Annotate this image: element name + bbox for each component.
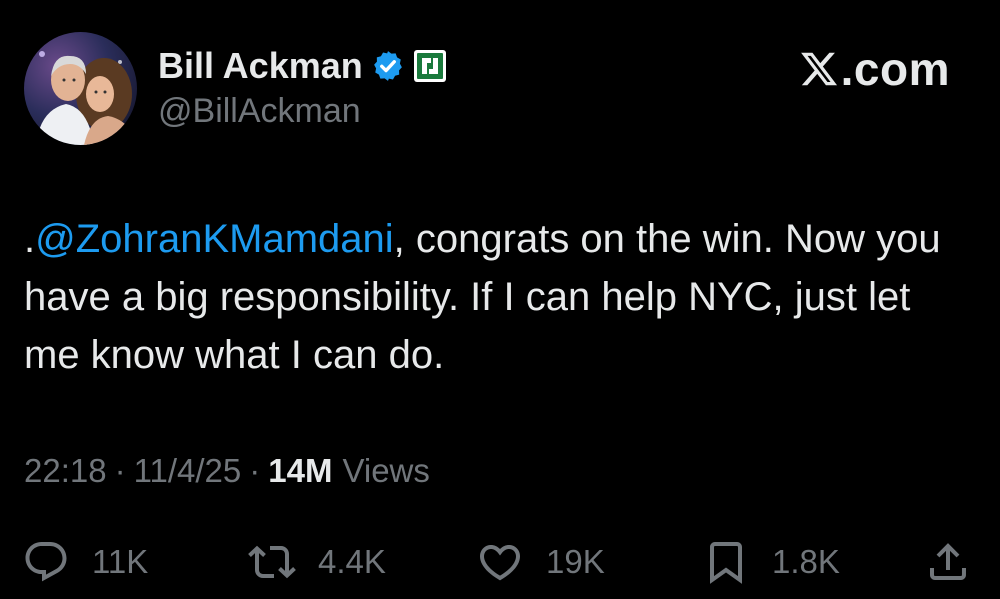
brand-watermark: .com bbox=[799, 42, 950, 96]
author-display-name[interactable]: Bill Ackman bbox=[158, 45, 363, 87]
like-button[interactable]: 19K bbox=[476, 534, 605, 590]
views-count[interactable]: 14M bbox=[268, 452, 332, 490]
meta-separator: · bbox=[114, 452, 126, 489]
repost-count: 4.4K bbox=[318, 543, 386, 580]
reply-icon bbox=[25, 542, 67, 582]
bookmark-icon bbox=[710, 542, 742, 584]
tweet-time[interactable]: 22:18 bbox=[24, 452, 107, 490]
share-icon bbox=[930, 543, 966, 580]
name-row: Bill Ackman bbox=[158, 44, 447, 88]
tweet-text: .@ZohranKMamdani, congrats on the win. N… bbox=[24, 210, 964, 384]
reply-count: 11K bbox=[92, 543, 149, 580]
action-bar: 11K 4.4K 19K 1.8K bbox=[0, 534, 1000, 590]
x-logo-icon bbox=[800, 52, 837, 86]
mention-link[interactable]: @ZohranKMamdani bbox=[35, 217, 394, 261]
share-button[interactable] bbox=[924, 534, 972, 590]
repost-button[interactable]: 4.4K bbox=[248, 534, 386, 590]
meta-separator: · bbox=[249, 452, 261, 489]
avatar[interactable] bbox=[24, 32, 137, 145]
bookmark-button[interactable]: 1.8K bbox=[702, 534, 840, 590]
reply-button[interactable]: 11K bbox=[22, 534, 148, 590]
like-count: 19K bbox=[546, 543, 605, 580]
tweet-meta: 22:18 · 11/4/25 · 14M Views bbox=[24, 452, 430, 490]
tweet-card: Bill Ackman @BillAckman .com .@ZohranKMa… bbox=[0, 0, 1000, 599]
tweet-date[interactable]: 11/4/25 bbox=[134, 452, 242, 490]
bookmark-count: 1.8K bbox=[772, 543, 840, 580]
tweet-prefix: . bbox=[24, 217, 36, 261]
affiliation-badge-icon[interactable] bbox=[413, 49, 447, 83]
author-handle[interactable]: @BillAckman bbox=[158, 92, 447, 131]
verified-badge-icon bbox=[371, 49, 405, 83]
views-label[interactable]: Views bbox=[342, 452, 429, 490]
author-block: Bill Ackman @BillAckman bbox=[158, 44, 447, 131]
repost-icon bbox=[248, 545, 296, 579]
heart-icon bbox=[479, 545, 521, 581]
brand-label: .com bbox=[840, 43, 950, 95]
avatar-photo bbox=[24, 32, 137, 145]
